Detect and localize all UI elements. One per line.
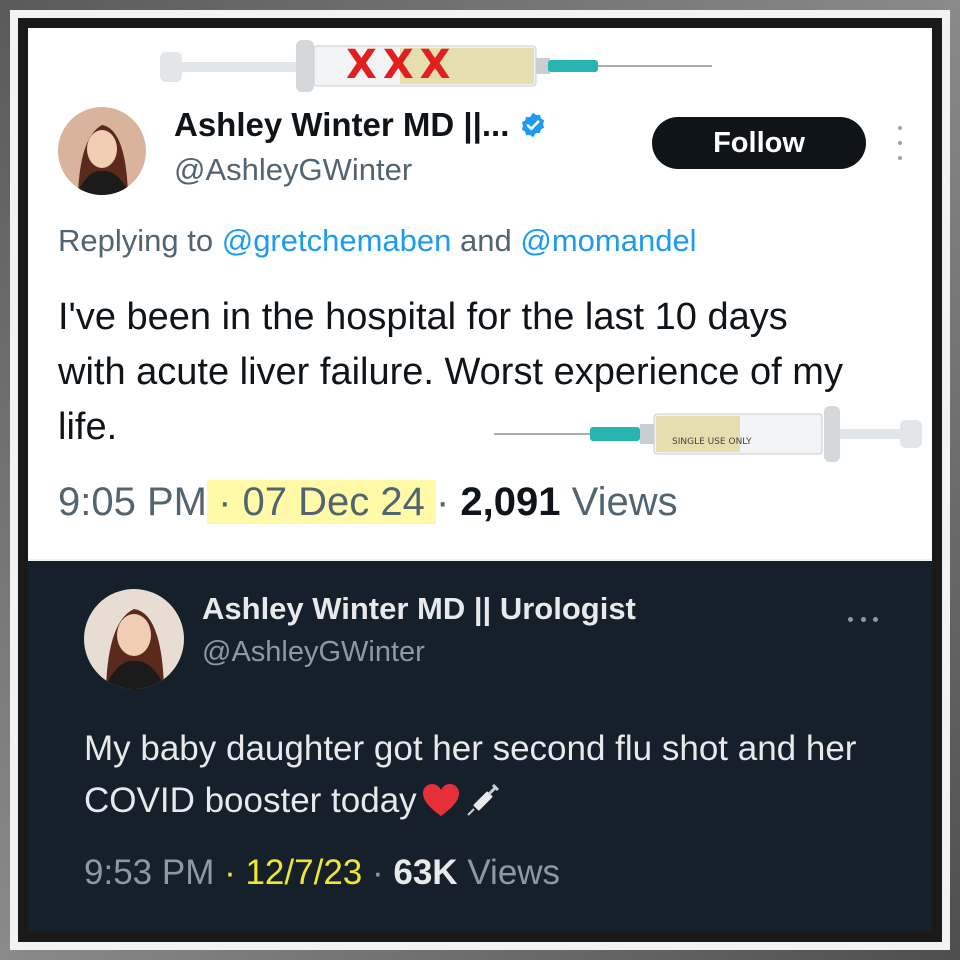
tweet-meta: 9:53 PM · 12/7/23 · 63K Views <box>84 853 561 892</box>
views-count: 2,091 <box>460 480 561 524</box>
more-horizontal-icon[interactable] <box>848 617 878 625</box>
reply-mention-link[interactable]: @gretchemaben <box>222 223 452 258</box>
red-x-marks: XXX <box>346 42 457 88</box>
reply-mention-link[interactable]: @momandel <box>520 223 696 258</box>
tweet-time[interactable]: 9:53 PM <box>84 853 214 892</box>
display-name-text: Ashley Winter MD ||... <box>174 106 510 143</box>
reply-and: and <box>460 223 512 258</box>
syringe-icon <box>465 781 499 833</box>
reply-prefix: Replying to <box>58 223 214 258</box>
screenshot-collage: Ashley Winter MD ||... @AshleyGWinter Fo… <box>28 28 932 932</box>
red-heart-icon <box>422 781 459 833</box>
more-vertical-icon[interactable] <box>894 126 906 160</box>
avatar[interactable] <box>58 107 146 195</box>
avatar[interactable] <box>84 589 184 689</box>
tweet-date[interactable]: 07 Dec 24 <box>243 480 425 524</box>
syringe-icon: SINGLE USE ONLY <box>494 406 922 462</box>
verified-badge-icon <box>519 109 547 147</box>
bottom-tweet: Ashley Winter MD || Urologist @AshleyGWi… <box>28 561 932 932</box>
views-label: Views <box>467 853 561 892</box>
syringe-label: SINGLE USE ONLY <box>672 437 752 447</box>
top-tweet: Ashley Winter MD ||... @AshleyGWinter Fo… <box>28 28 932 561</box>
tweet-time[interactable]: 9:05 PM <box>58 480 207 524</box>
handle[interactable]: @AshleyGWinter <box>202 636 425 669</box>
views-label: Views <box>571 480 678 524</box>
display-name[interactable]: Ashley Winter MD ||... <box>174 106 547 147</box>
tweet-text: My baby daughter got her second flu shot… <box>84 723 904 833</box>
handle[interactable]: @AshleyGWinter <box>174 152 412 188</box>
display-name[interactable]: Ashley Winter MD || Urologist <box>202 591 636 627</box>
follow-button[interactable]: Follow <box>652 117 866 169</box>
replying-to: Replying to @gretchemaben and @momandel <box>58 223 697 259</box>
tweet-meta: 9:05 PM · 07 Dec 24 · 2,091 Views <box>58 480 678 524</box>
tweet-date[interactable]: 12/7/23 <box>245 853 362 892</box>
views-count: 63K <box>393 853 458 892</box>
